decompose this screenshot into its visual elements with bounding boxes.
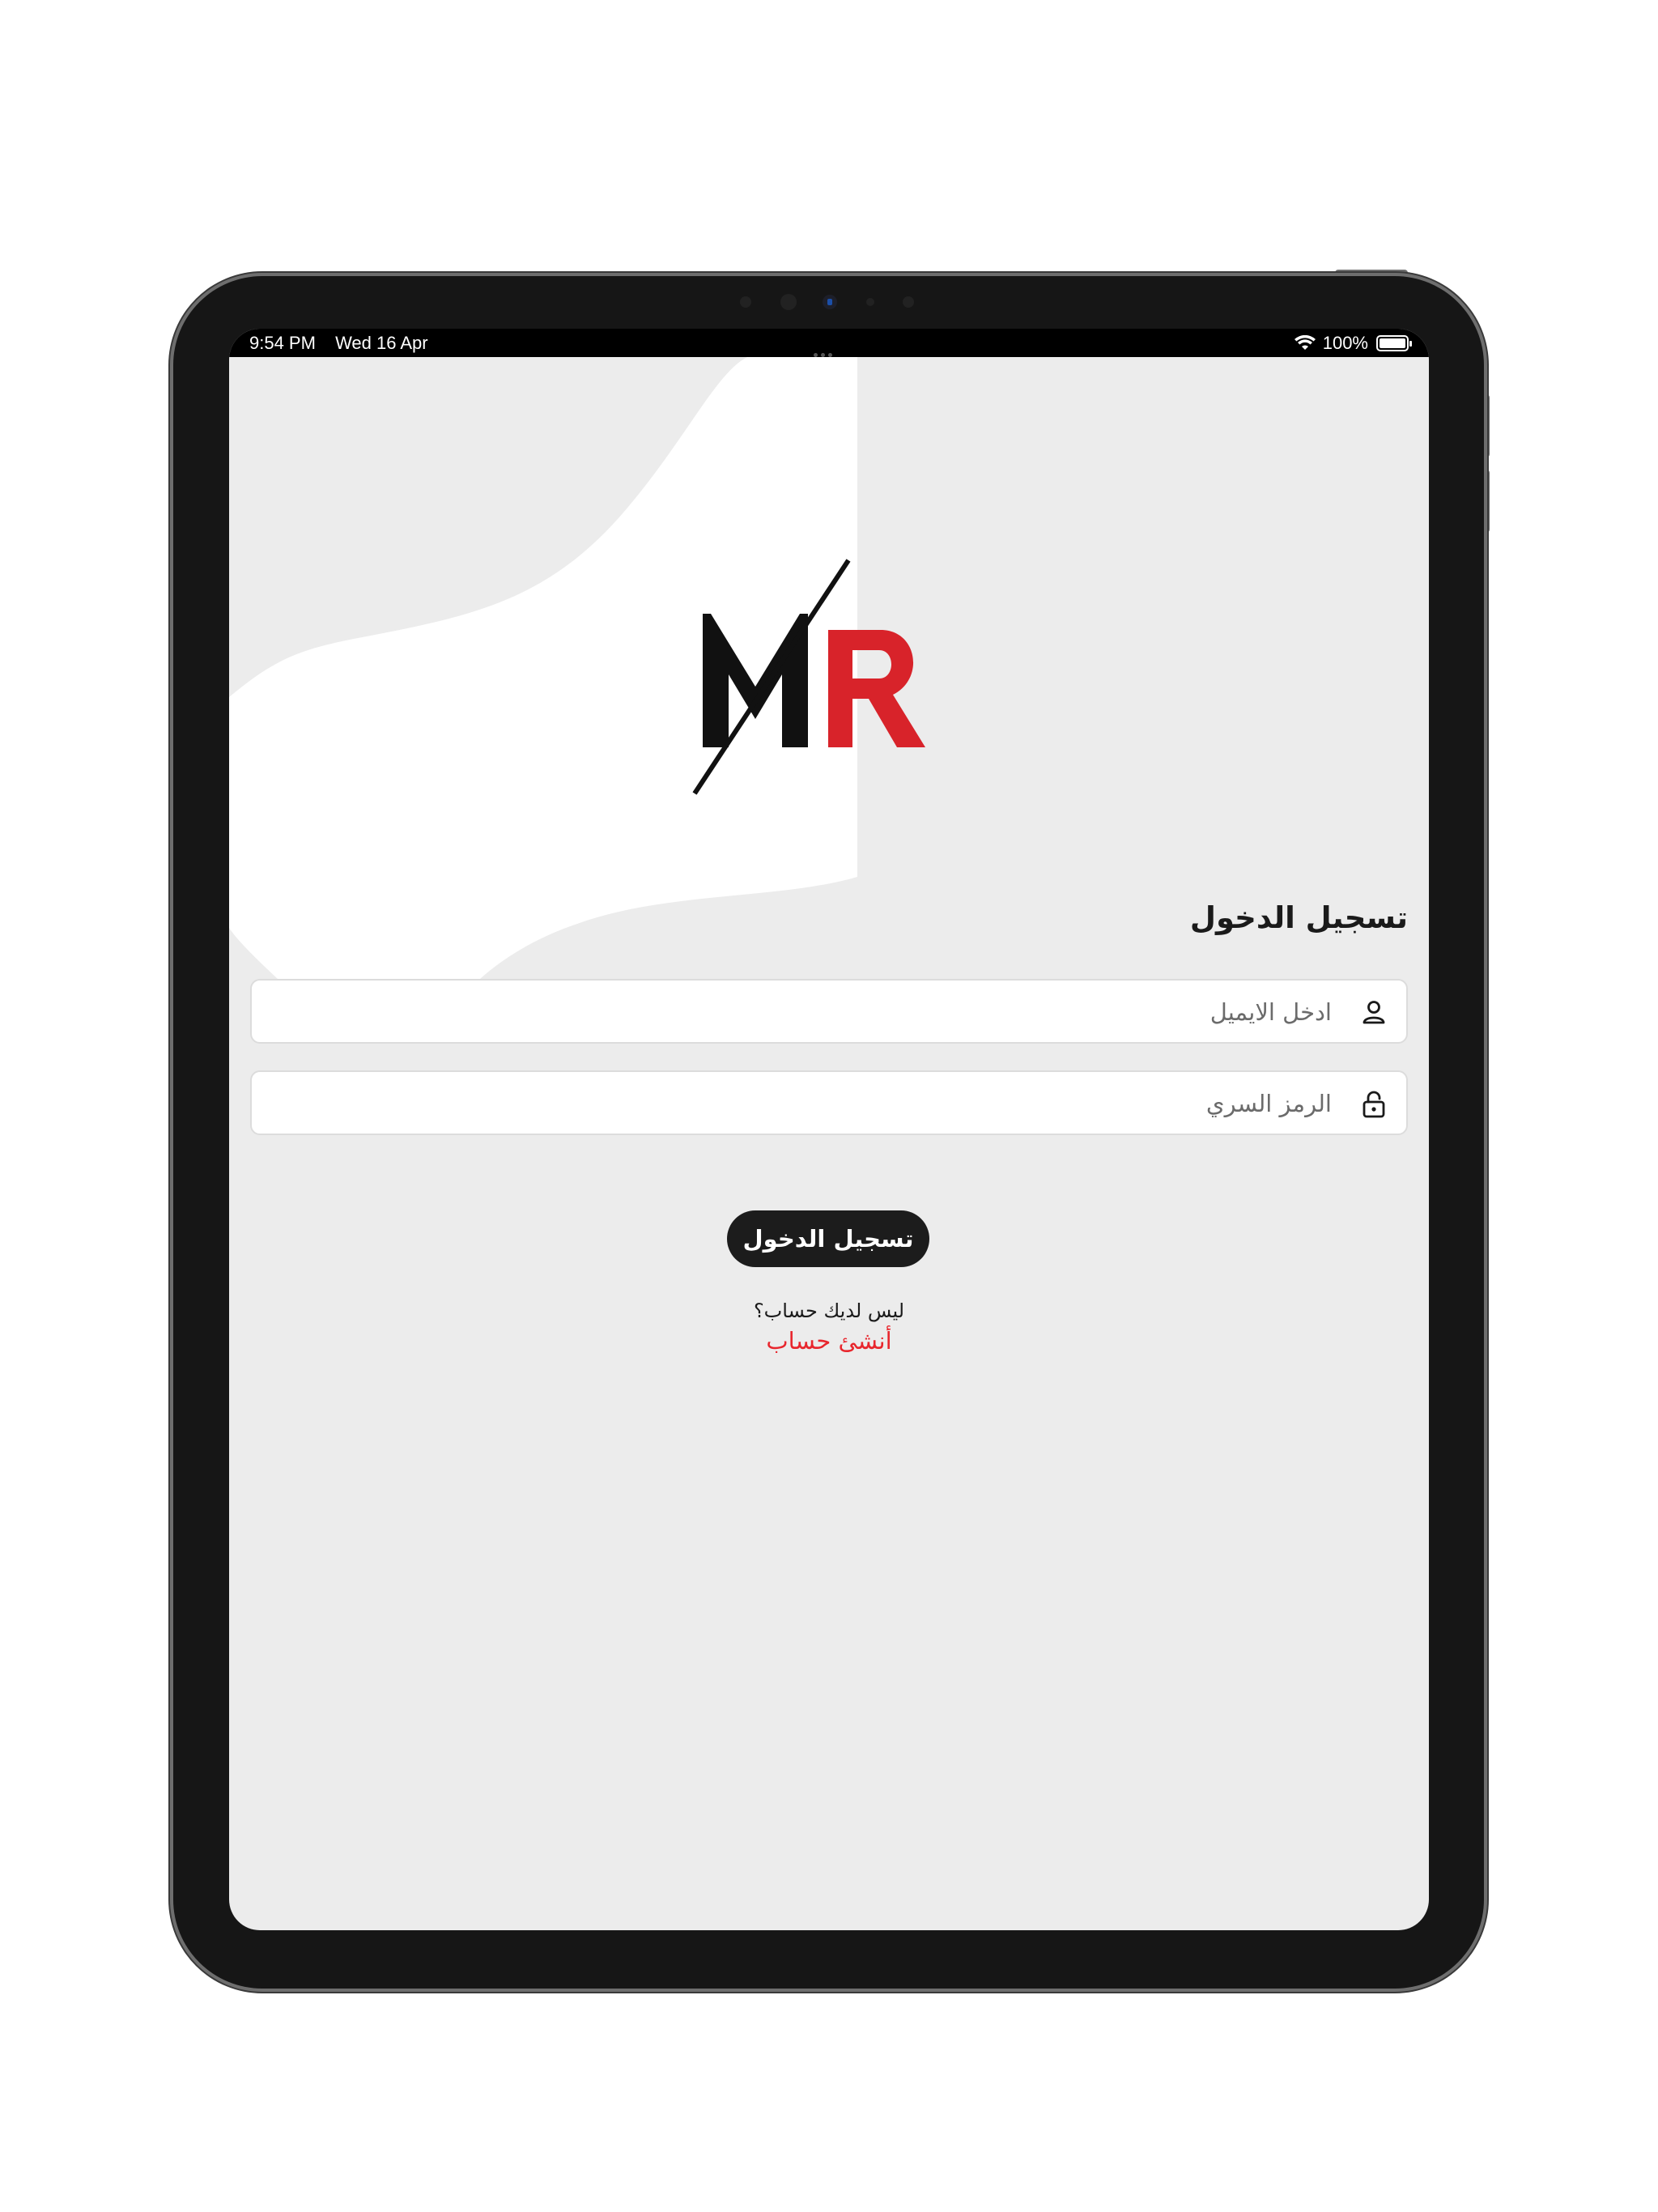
email-field[interactable] [250, 979, 1408, 1044]
create-account-link[interactable]: أنشئ حساب [229, 1327, 1429, 1355]
login-button[interactable]: تسجيل الدخول [727, 1210, 929, 1267]
sensor-dot [903, 296, 914, 308]
status-right: 100% [1294, 333, 1412, 354]
no-account-text: ليس لديك حساب؟ [753, 1300, 905, 1322]
email-input[interactable] [278, 981, 1333, 1044]
password-input[interactable] [278, 1072, 1333, 1135]
lock-icon [1363, 1091, 1385, 1118]
logo-letter-m [703, 614, 808, 747]
sensor-dot [780, 294, 797, 310]
mr-logo [692, 559, 925, 795]
sensor-dot [866, 298, 874, 306]
status-bar: 9:54 PM Wed 16 Apr 100% [229, 329, 1429, 357]
status-left: 9:54 PM Wed 16 Apr [249, 333, 443, 354]
person-icon [1363, 1001, 1385, 1024]
status-time: 9:54 PM [249, 333, 316, 353]
status-date: Wed 16 Apr [335, 333, 428, 353]
battery-percent: 100% [1322, 333, 1368, 353]
wifi-icon [1294, 335, 1316, 350]
page: 9:54 PM Wed 16 Apr 100% تسجيل الدخول ادخ… [0, 0, 1658, 2212]
camera-icon [823, 295, 837, 309]
sensor-dot [740, 296, 751, 308]
password-field[interactable] [250, 1070, 1408, 1135]
screen: 9:54 PM Wed 16 Apr 100% تسجيل الدخول ادخ… [229, 329, 1429, 1930]
camera-bar [0, 291, 1658, 313]
logo-letter-r [828, 630, 925, 747]
battery-icon [1376, 335, 1412, 351]
page-title: تسجيل الدخول [1189, 900, 1408, 935]
